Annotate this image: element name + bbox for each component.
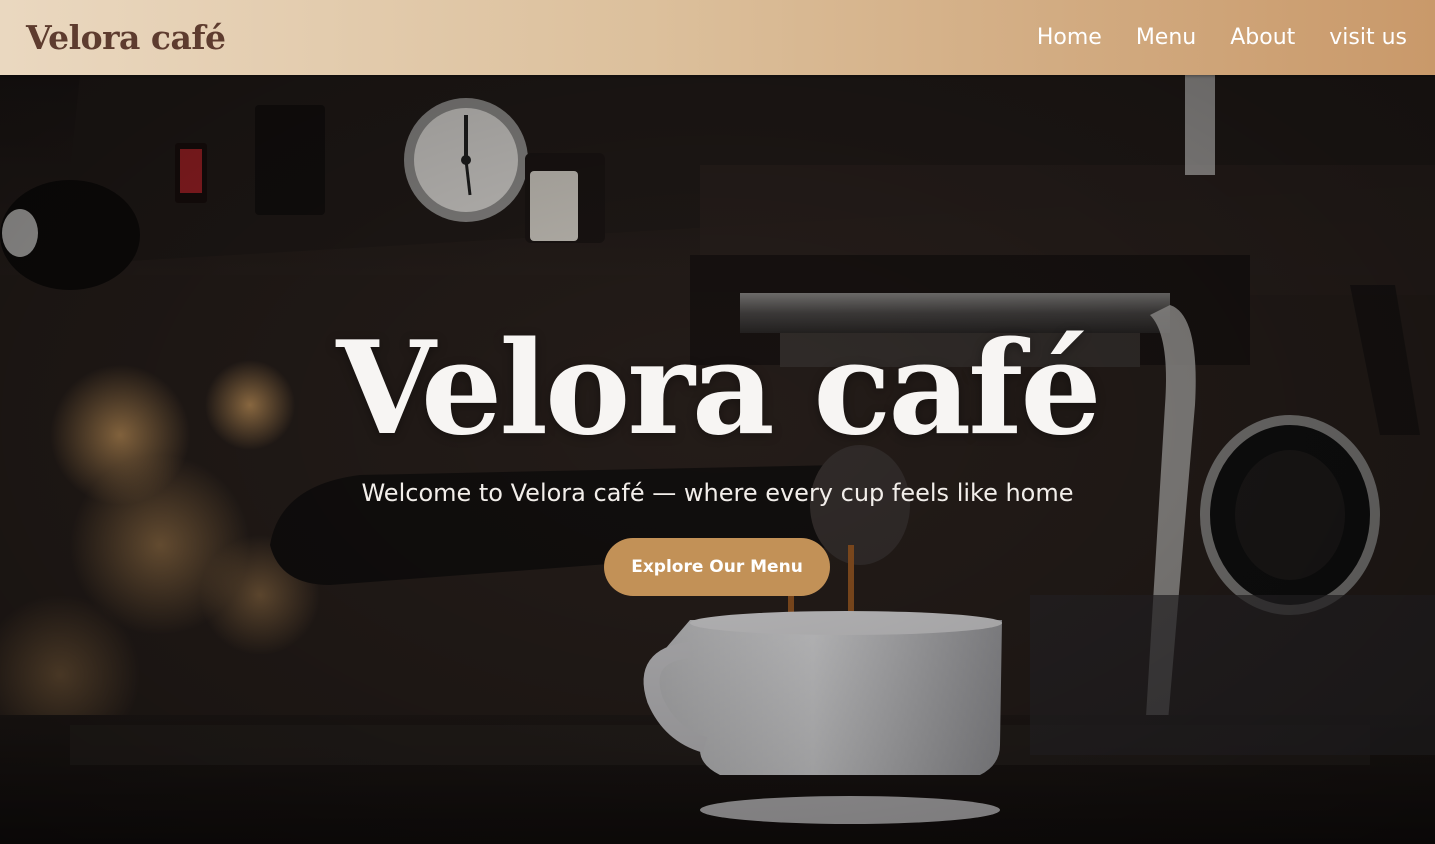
- hero-subtitle: Welcome to Velora café — where every cup…: [361, 479, 1074, 507]
- brand-logo[interactable]: Velora café: [26, 18, 226, 57]
- nav-link-home[interactable]: Home: [1037, 25, 1102, 50]
- main-nav: Home Menu About visit us: [1037, 25, 1407, 50]
- page: Velora café Home Menu About visit us Vel…: [0, 0, 1435, 844]
- explore-menu-button[interactable]: Explore Our Menu: [604, 538, 830, 596]
- nav-link-menu[interactable]: Menu: [1136, 25, 1196, 50]
- hero-title: Velora café: [336, 314, 1101, 464]
- hero-content: Velora café Welcome to Velora café — whe…: [0, 75, 1435, 844]
- site-header: Velora café Home Menu About visit us: [0, 0, 1435, 75]
- nav-link-visit-us[interactable]: visit us: [1329, 25, 1407, 50]
- nav-link-about[interactable]: About: [1230, 25, 1295, 50]
